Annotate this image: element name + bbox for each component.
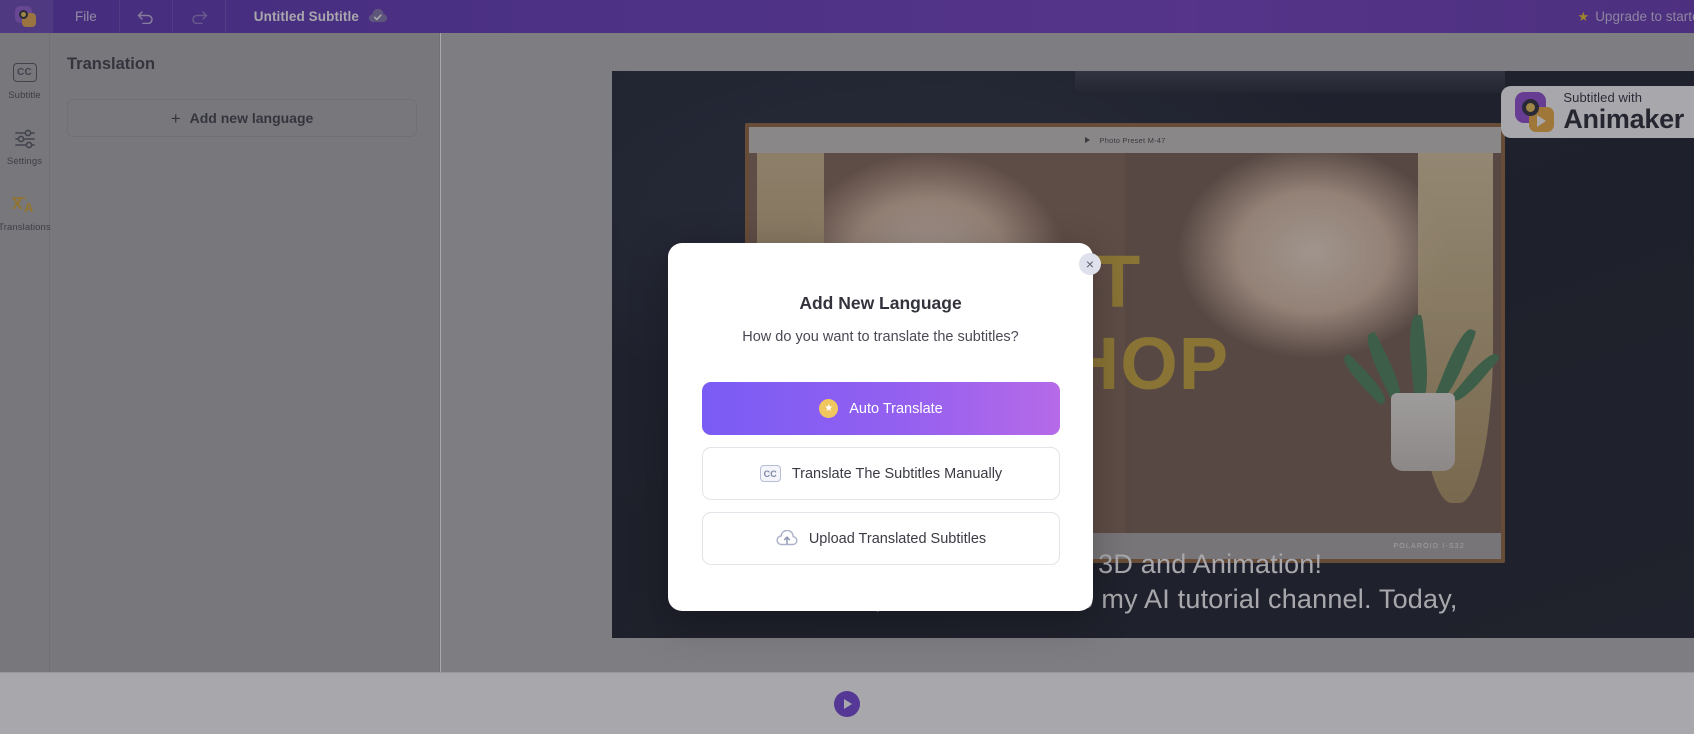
star-badge-icon: ★ (819, 399, 839, 418)
close-glyph: × (1085, 256, 1095, 272)
upload-subtitles-label: Upload Translated Subtitles (808, 530, 987, 547)
cloud-upload-icon (776, 529, 798, 545)
cc-icon: CC (759, 465, 781, 482)
translate-manually-label: Translate The Subtitles Manually (791, 465, 1003, 482)
app-root: File Untitled Subtitle ★ Upgrade to star… (0, 0, 1694, 734)
translate-manually-button[interactable]: CC Translate The Subtitles Manually (702, 447, 1060, 500)
close-icon[interactable]: × (1079, 253, 1101, 275)
auto-translate-label: Auto Translate (849, 400, 943, 417)
modal-subtitle: How do you want to translate the subtitl… (742, 329, 1019, 345)
add-new-language-modal: × Add New Language How do you want to tr… (668, 243, 1101, 611)
auto-translate-button[interactable]: ★ Auto Translate (702, 382, 1060, 435)
modal-title: Add New Language (799, 293, 962, 313)
upload-subtitles-button[interactable]: Upload Translated Subtitles (702, 512, 1060, 565)
